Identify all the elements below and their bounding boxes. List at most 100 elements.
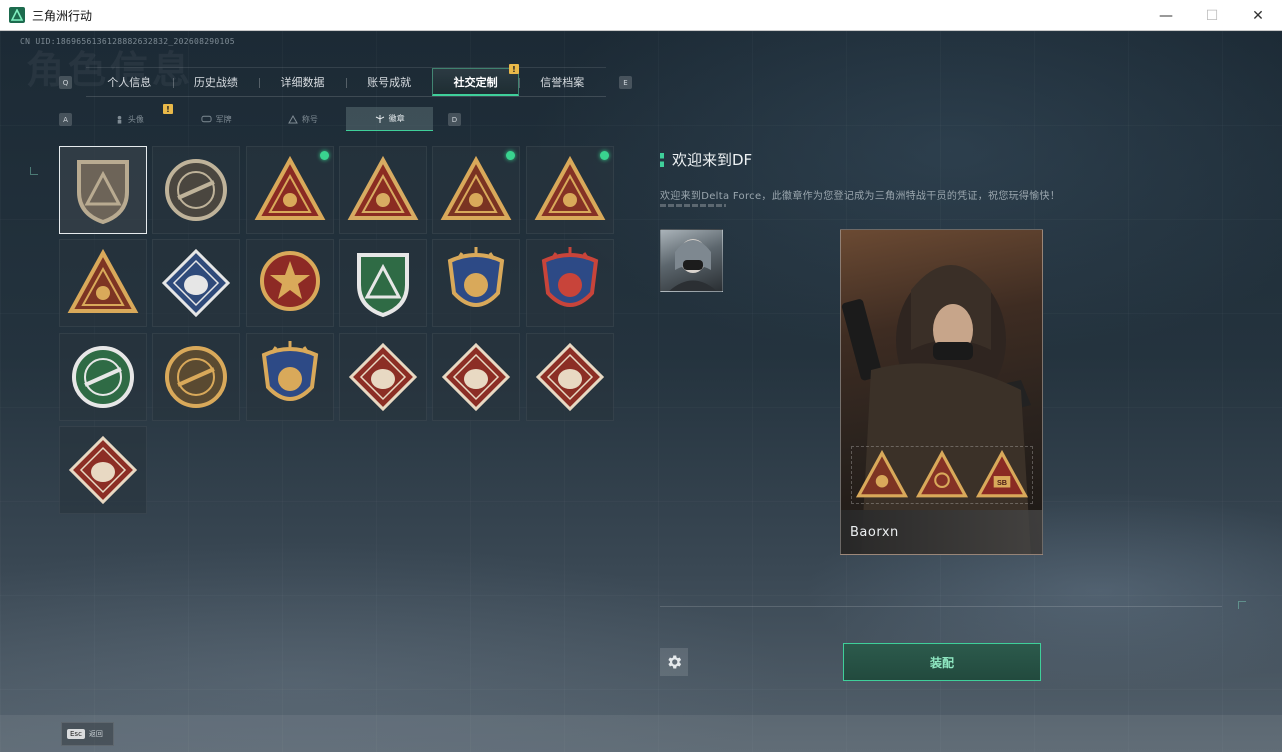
badge-cell[interactable] [339, 333, 427, 421]
wolf-diamond-badge-2-icon [441, 342, 511, 412]
badge-cell[interactable] [432, 333, 520, 421]
gold-rifle-emblem-badge-icon [165, 346, 227, 408]
esc-key: Esc [67, 729, 85, 739]
title-icon [288, 114, 298, 123]
tab-detailed-stats[interactable]: 详细数据 [259, 68, 346, 96]
panel-divider [660, 606, 1222, 607]
star-medal-badge-icon [260, 251, 320, 311]
badge-cell[interactable] [152, 333, 240, 421]
tab-label: 社交定制 [453, 75, 498, 89]
tab-personal-info[interactable]: 个人信息 [86, 68, 173, 96]
subtab-avatar[interactable]: 头像 [86, 107, 173, 131]
new-item-dot [320, 151, 329, 160]
blue-rifle-crest-badge-icon [261, 341, 319, 401]
subtab-dogtag[interactable]: 军牌 [173, 107, 260, 131]
frame-corner [30, 167, 38, 175]
operator-portrait-icon [669, 239, 717, 291]
settings-button[interactable] [660, 648, 688, 676]
new-item-dot [600, 151, 609, 160]
back-label: 返回 [88, 730, 103, 738]
equip-button[interactable]: 装配 [843, 643, 1041, 681]
badge-cell[interactable] [246, 239, 334, 327]
subtab-prev-key[interactable]: A [59, 113, 72, 126]
wolf-diamond-badge-1-icon [348, 342, 418, 412]
tab-label: 详细数据 [280, 76, 325, 89]
tab-prev-key[interactable]: Q [59, 76, 72, 89]
tab-match-history[interactable]: 历史战绩 [172, 68, 260, 96]
window-titlebar: 三角洲行动 — ☐ ✕ [0, 0, 1282, 31]
close-icon: ✕ [1252, 7, 1264, 24]
badge-cell[interactable] [59, 426, 147, 514]
number-one-badge-icon [347, 155, 419, 220]
badge-cell[interactable] [152, 146, 240, 234]
close-button[interactable]: ✕ [1235, 0, 1281, 31]
subtab-next-key[interactable]: D [448, 113, 461, 126]
badge-cell[interactable] [339, 239, 427, 327]
tab-achievements[interactable]: 账号成就 [345, 68, 433, 96]
main-tabs: 个人信息 历史战绩 详细数据 账号成就 社交定制 信誉档案 [86, 67, 606, 97]
soldier-triangle-badge-icon [440, 155, 512, 220]
player-avatar [660, 229, 723, 292]
bottom-bar [0, 715, 1282, 752]
dragon-diamond-badge-icon [535, 342, 605, 412]
badge-cell[interactable] [246, 146, 334, 234]
badge-detail-title: 欢迎来到DF [660, 149, 752, 170]
gear-icon [668, 655, 682, 669]
tab-label: 个人信息 [107, 76, 152, 89]
window-title: 三角洲行动 [32, 8, 93, 23]
badge-cell[interactable] [339, 146, 427, 234]
rose-diamond-badge-icon [161, 248, 231, 318]
lotus-triangle-badge-icon [534, 155, 606, 220]
badge-cell[interactable] [152, 239, 240, 327]
tab-label: 账号成就 [367, 76, 412, 89]
subtab-badge[interactable]: 徽章 [346, 107, 433, 131]
badge-cell[interactable] [59, 146, 147, 234]
player-name: Baorxn [850, 525, 899, 540]
game-stage: 角色信息 CN UID:1869656136128882632832_20260… [0, 31, 1282, 752]
tab-label: 历史战绩 [193, 76, 238, 89]
badge-detail-title-text: 欢迎来到DF [672, 151, 753, 169]
tab-social-custom[interactable]: 社交定制 [432, 68, 519, 96]
tab-reputation[interactable]: 信誉档案 [518, 68, 606, 96]
player-card-preview: SB Baorxn [840, 229, 1043, 555]
badge-cell[interactable] [526, 333, 614, 421]
minimize-icon: — [1159, 7, 1173, 24]
description-divider [660, 204, 726, 207]
badge-cell[interactable] [526, 239, 614, 327]
badge-cell[interactable] [59, 239, 147, 327]
blue-crest-badge-icon [447, 247, 505, 307]
maximize-button[interactable]: ☐ [1189, 0, 1235, 31]
equipped-badges: SB [851, 446, 1033, 504]
subtab-label: 称号 [301, 114, 318, 124]
minimize-button[interactable]: — [1143, 0, 1189, 31]
badge-cell[interactable] [432, 239, 520, 327]
squad-triangle-badge-icon [67, 248, 139, 313]
title-marker-icon [660, 152, 664, 167]
operator-artwork-icon [841, 265, 1031, 554]
sub-tabs: 头像 军牌 称号 徽章 [86, 107, 433, 131]
new-item-dot [506, 151, 515, 160]
person-icon [117, 115, 122, 124]
frame-corner [1238, 601, 1246, 609]
sb-triangle-badge-icon [254, 155, 326, 220]
app-logo-icon [9, 7, 25, 23]
tab-label: 信誉档案 [540, 76, 585, 89]
tab-alert-badge: ! [509, 64, 519, 74]
green-rifle-emblem-badge-icon [72, 346, 134, 408]
badge-cell[interactable] [246, 333, 334, 421]
blue-crest-diamond-badge-icon [541, 247, 599, 307]
back-button[interactable]: Esc 返回 [61, 722, 114, 746]
runner-diamond-badge-icon [68, 435, 138, 505]
helicopter-badge-icon [165, 159, 227, 221]
badge-cell[interactable] [526, 146, 614, 234]
badge-icon [375, 114, 384, 123]
badge-cell[interactable] [59, 333, 147, 421]
sb-label: SB [997, 478, 1007, 487]
delta-logo-badge-icon [77, 160, 129, 225]
subtab-title[interactable]: 称号 [260, 107, 347, 131]
subtab-label: 徽章 [388, 114, 405, 123]
subtab-alert-badge: ! [163, 104, 173, 114]
tab-next-key[interactable]: E [619, 76, 632, 89]
badge-cell[interactable] [432, 146, 520, 234]
equipped-sb-triangle-icon: SB [976, 449, 1028, 498]
